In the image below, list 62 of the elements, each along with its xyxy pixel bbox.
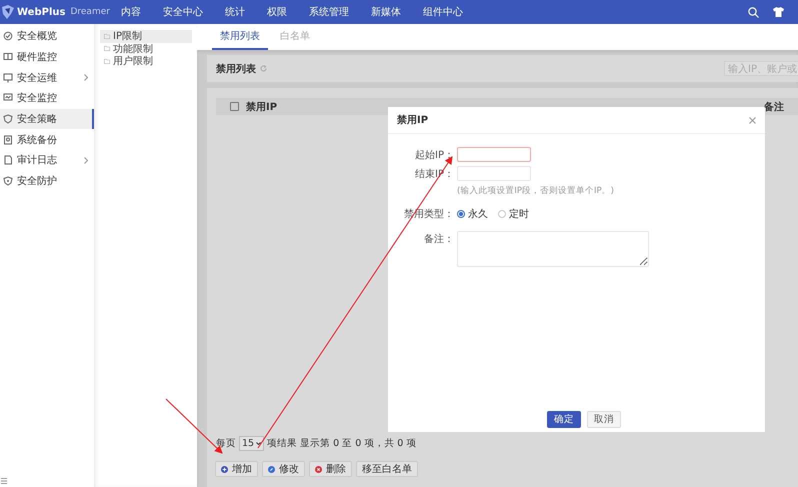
sidebar-item[interactable]: 安全概览 [0,26,94,47]
sidebar-item[interactable]: 审计日志 [0,150,94,171]
sidebar-item[interactable]: 系统备份 [0,129,94,150]
brand-subtitle: Dreamer [70,7,110,17]
page-size-select[interactable]: 15 [239,436,264,450]
panel-title: 禁用列表 [216,62,256,76]
sidebar-item[interactable]: 安全监控 [0,88,94,109]
search-icon[interactable] [748,6,759,18]
nav-menu-item[interactable]: 系统管理 [298,5,360,19]
brand-name: WebPlus [17,6,66,18]
sidebar-item[interactable]: 硬件监控 [0,46,94,68]
action-button[interactable]: 增加 [215,461,258,477]
shield-icon [3,176,13,186]
logo-icon [2,5,14,19]
nav-menu-item[interactable]: 新媒体 [360,5,412,19]
field-label: 备注： [423,232,454,246]
shield-icon [3,114,13,124]
dialog-button[interactable]: 取消 [587,411,621,428]
dialog-title: 禁用IP [397,114,428,127]
page-size-label: 每页 [216,436,236,450]
caret-icon [256,442,262,444]
field-label: 起始IP： [414,148,454,162]
hint-text: (输入此项设置IP段，否则设置单个IP。) [457,185,615,197]
end-ip-field[interactable] [457,166,531,181]
tree-item[interactable]: 功能限制 [100,42,192,55]
radio-option[interactable]: 定时 [498,207,529,221]
pencil-circle-icon [268,466,275,472]
nav-menu-item[interactable]: 组件中心 [412,5,474,19]
image-icon [3,134,13,145]
close-icon[interactable] [749,116,756,124]
document-icon [3,155,13,166]
shirt-icon[interactable] [773,7,784,17]
sidebar-item[interactable]: 安全运维 [0,67,94,88]
shield-check-icon [3,31,13,42]
dialog-button[interactable]: 确定 [547,411,581,428]
menu-icon[interactable] [1,478,7,484]
sidebar-item[interactable]: 安全防护 [0,170,94,192]
sidebar-item[interactable]: 安全策略 [0,108,94,130]
action-button[interactable]: 修改 [262,461,305,477]
cross-circle-icon [315,466,322,472]
nav-menu-item[interactable]: 权限 [256,5,298,19]
nav-menu-item[interactable]: 安全中心 [152,5,214,19]
action-button[interactable]: 移至白名单 [356,461,418,477]
tree-item[interactable]: 用户限制 [100,55,192,68]
plus-circle-icon [221,466,228,472]
remark-field[interactable] [457,231,649,267]
field-label: 禁用类型： [403,208,454,221]
nav-menu-item[interactable]: 统计 [214,5,256,19]
column-header: 禁用IP [246,100,278,114]
action-button[interactable]: 删除 [309,461,352,477]
radio-option[interactable]: 永久 [457,207,488,221]
nav-menu-item[interactable]: 内容 [110,5,152,19]
radio-button[interactable] [457,210,465,218]
checkbox[interactable] [230,102,239,111]
start-ip-field[interactable] [457,147,531,162]
folder-icon [104,34,110,39]
pagination-summary: 项结果 显示第 0 至 0 项，共 0 项 [267,436,416,450]
folder-icon [104,58,110,64]
folder-icon [104,46,110,52]
refresh-icon[interactable] [260,65,267,72]
column-header: 备注 [764,100,784,114]
tree-item[interactable]: IP限制 [100,30,192,42]
